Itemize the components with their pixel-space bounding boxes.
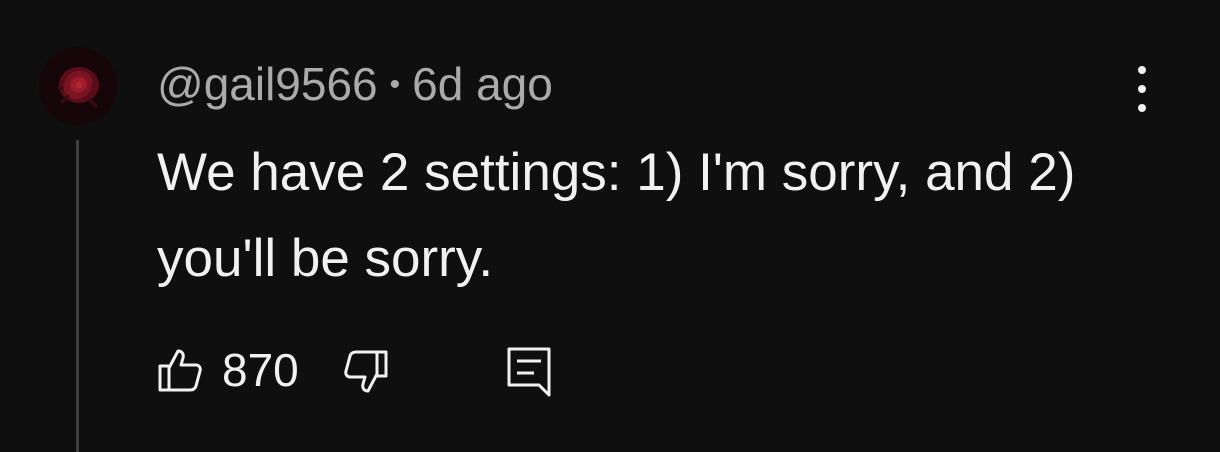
thumbs-down-icon[interactable] xyxy=(342,348,390,396)
avatar-image xyxy=(39,47,117,125)
more-options-button[interactable] xyxy=(1122,62,1162,116)
thread-line xyxy=(76,140,79,452)
comment-time[interactable]: 6d ago xyxy=(412,58,553,110)
author-handle[interactable]: @gail9566 xyxy=(157,58,378,110)
comment-header: @gail9566 • 6d ago xyxy=(157,56,553,113)
avatar[interactable] xyxy=(39,47,117,125)
more-vert-icon-dot xyxy=(1138,104,1146,112)
separator-dot: • xyxy=(389,68,401,101)
comment-item: @gail9566 • 6d ago We have 2 settings: 1) … xyxy=(0,0,1220,452)
comment-text: We have 2 settings: 1) I'm sorry, and 2)… xyxy=(157,143,1076,288)
more-vert-icon xyxy=(1138,66,1146,74)
thumbs-up-icon[interactable] xyxy=(156,346,204,394)
more-vert-icon-dot xyxy=(1138,85,1146,93)
reply-comment-icon[interactable] xyxy=(506,346,552,398)
like-count: 870 xyxy=(222,344,299,396)
